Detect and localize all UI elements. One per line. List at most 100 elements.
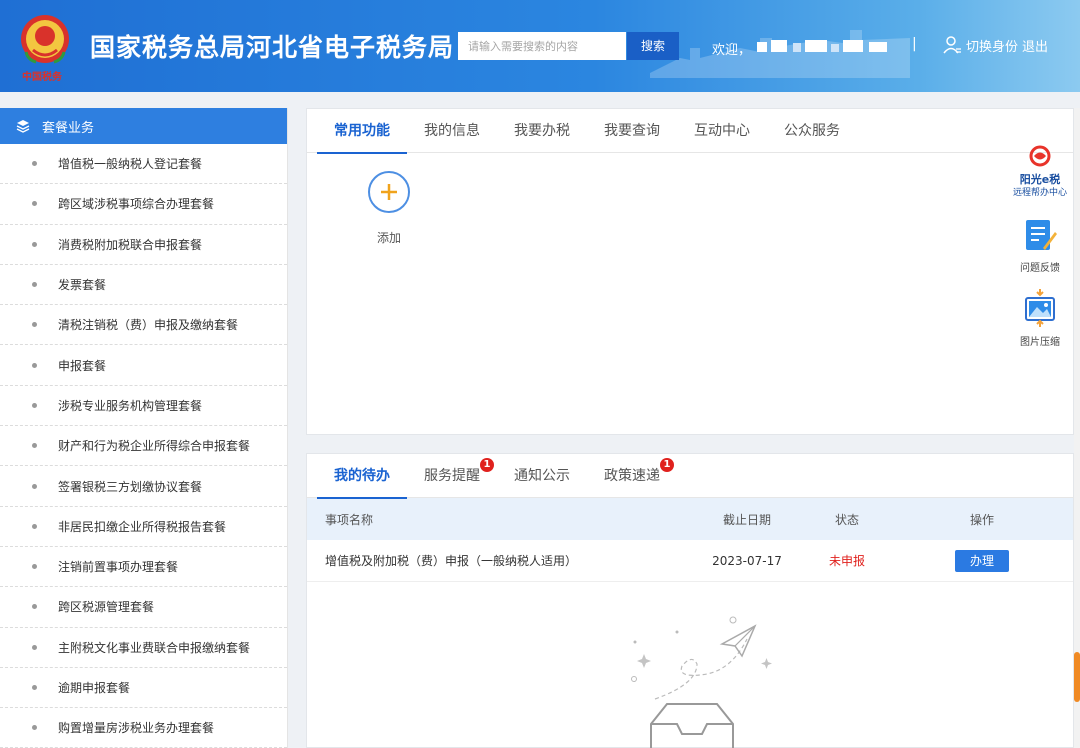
page-scrollbar-thumb[interactable] — [1074, 652, 1080, 702]
sidebar-item[interactable]: 跨区域涉税事项综合办理套餐 — [0, 184, 287, 225]
tab-common-functions[interactable]: 常用功能 — [317, 109, 407, 154]
tab-label: 政策速递 — [604, 468, 660, 484]
compress-label: 图片压缩 — [1020, 337, 1060, 348]
bullet-icon — [32, 523, 37, 529]
tab-label: 通知公示 — [514, 468, 570, 484]
row-date: 2023-07-17 — [712, 553, 782, 568]
sunshine-brand: 阳光e税 — [1019, 173, 1061, 186]
sidebar-item-label: 逾期申报套餐 — [58, 681, 131, 695]
sidebar-item-label: 跨区税源管理套餐 — [58, 600, 155, 615]
tab-label: 服务提醒 — [424, 468, 480, 484]
sidebar-header[interactable]: 套餐业务 — [0, 108, 287, 144]
sidebar-item[interactable]: 发票套餐 — [0, 265, 287, 306]
sidebar-item-label: 非居民扣缴企业所得税报告套餐 — [58, 519, 227, 534]
row-status: 未申报 — [828, 554, 865, 568]
sidebar-item[interactable]: 涉税专业服务机构管理套餐 — [0, 386, 287, 427]
bullet-icon — [32, 644, 37, 650]
sidebar-item[interactable]: 注销前置事项办理套餐 — [0, 547, 287, 588]
bullet-icon — [32, 604, 37, 610]
sidebar-item-label: 跨区域涉税事项综合办理套餐 — [58, 197, 215, 212]
switch-identity-link[interactable]: 切换身份 — [966, 36, 1018, 55]
bullet-icon — [32, 201, 37, 207]
tab-query[interactable]: 我要查询 — [587, 109, 677, 153]
sidebar-item[interactable]: 签署银税三方划缴协议套餐 — [0, 466, 287, 507]
user-icon — [943, 36, 961, 54]
bullet-icon — [32, 362, 37, 368]
sidebar-title: 套餐业务 — [42, 120, 95, 136]
header-status: 状态 — [834, 512, 859, 527]
sidebar-item-label: 发票套餐 — [58, 278, 107, 293]
tab-public-service[interactable]: 公众服务 — [767, 109, 857, 153]
notification-badge: 1 — [480, 458, 494, 472]
bullet-icon — [32, 241, 37, 247]
feedback-label: 问题反馈 — [1020, 263, 1060, 274]
bullet-icon — [32, 282, 37, 288]
tab-notices[interactable]: 通知公示 — [497, 454, 587, 498]
sidebar-item-label: 签署银税三方划缴协议套餐 — [58, 479, 203, 494]
site-title: 国家税务总局河北省电子税务局 — [90, 33, 455, 62]
row-name: 增值税及附加税（费）申报（一般纳税人适用） — [325, 554, 578, 568]
username-redacted — [757, 40, 887, 52]
bullet-icon — [32, 443, 37, 449]
floating-tools: 阳光e税 远程帮办中心 问题反馈 图片压缩 — [1010, 145, 1070, 362]
bullet-icon — [32, 725, 37, 731]
bullet-icon — [32, 402, 37, 408]
table-row: 增值税及附加税（费）申报（一般纳税人适用） 2023-07-17 未申报 办理 — [307, 540, 1073, 582]
image-compress-icon — [1025, 289, 1055, 327]
sidebar-item[interactable]: 逾期申报套餐 — [0, 668, 287, 709]
sidebar-item-label: 消费税附加税联合申报套餐 — [58, 237, 203, 252]
search-button[interactable]: 搜索 — [627, 32, 679, 60]
add-label: 添加 — [376, 231, 401, 245]
sidebar-item[interactable]: 增值税一般纳税人登记套餐 — [0, 144, 287, 185]
bullet-icon — [32, 322, 37, 328]
user-actions: 切换身份 退出 — [942, 35, 1048, 55]
tab-my-todo[interactable]: 我的待办 — [317, 454, 407, 499]
sunshine-etax-button[interactable]: 阳光e税 远程帮办中心 — [1010, 145, 1070, 198]
feedback-icon — [1026, 220, 1057, 250]
bullet-icon — [32, 564, 37, 570]
header-op: 操作 — [969, 512, 994, 527]
feedback-button[interactable]: 问题反馈 — [1010, 218, 1070, 274]
sidebar-item[interactable]: 清税注销税（费）申报及缴纳套餐 — [0, 305, 287, 346]
header-name: 事项名称 — [325, 512, 374, 527]
tab-my-info[interactable]: 我的信息 — [407, 109, 497, 153]
sidebar-item-label: 注销前置事项办理套餐 — [58, 560, 179, 575]
row-op-cell: 办理 — [902, 549, 1062, 572]
bullet-icon — [32, 483, 37, 489]
header-date: 截止日期 — [722, 512, 771, 527]
sidebar-item-label: 申报套餐 — [58, 358, 107, 373]
tab-label: 我的待办 — [334, 468, 390, 484]
tab-do-tax[interactable]: 我要办税 — [497, 109, 587, 153]
header-divider: | — [912, 36, 917, 52]
top-tabs: 常用功能 我的信息 我要办税 我要查询 互动中心 公众服务 — [307, 109, 1073, 154]
todo-panel: 我的待办 服务提醒 1 通知公示 政策速递 1 事项名称 截止日期 状态 操作 增值… — [306, 453, 1074, 748]
site-header: 中国税务 国家税务总局河北省电子税务局 搜索 欢迎， | 切换身份 退出 — [0, 0, 1080, 92]
handle-button[interactable]: 办理 — [955, 549, 1009, 572]
tab-service-reminder[interactable]: 服务提醒 1 — [407, 454, 497, 498]
sidebar-item-label: 购置增量房涉税业务办理套餐 — [58, 721, 215, 736]
tax-emblem-logo: 中国税务 — [18, 12, 72, 83]
logout-link[interactable]: 退出 — [1022, 36, 1048, 55]
sidebar-item[interactable]: 申报套餐 — [0, 345, 287, 386]
image-compress-button[interactable]: 图片压缩 — [1010, 288, 1070, 348]
layers-icon — [16, 120, 30, 133]
sidebar-item[interactable]: 非居民扣缴企业所得税报告套餐 — [0, 507, 287, 547]
sidebar-item[interactable]: 跨区税源管理套餐 — [0, 587, 287, 628]
empty-inbox-illustration-icon — [631, 616, 772, 748]
sidebar-item-label: 财产和行为税企业所得综合申报套餐 — [58, 439, 251, 454]
plus-icon — [368, 171, 410, 213]
tab-policy-express[interactable]: 政策速递 1 — [587, 454, 677, 498]
sidebar-item[interactable]: 消费税附加税联合申报套餐 — [0, 225, 287, 265]
sidebar-item[interactable]: 购置增量房涉税业务办理套餐 — [0, 708, 287, 748]
add-function-button[interactable]: 添加 — [367, 171, 411, 246]
sidebar-item[interactable]: 主附税文化事业费联合申报缴纳套餐 — [0, 628, 287, 668]
tab-interaction[interactable]: 互动中心 — [677, 109, 767, 153]
sidebar: 套餐业务 增值税一般纳税人登记套餐 跨区域涉税事项综合办理套餐 消费税附加税联合… — [0, 108, 288, 748]
sidebar-item[interactable]: 财产和行为税企业所得综合申报套餐 — [0, 426, 287, 467]
welcome-text: 欢迎， — [712, 43, 752, 58]
sidebar-item-label: 主附税文化事业费联合申报缴纳套餐 — [58, 640, 251, 655]
bullet-icon — [32, 161, 37, 167]
search-input[interactable] — [458, 32, 626, 60]
bullet-icon — [32, 685, 37, 690]
sidebar-item-label: 涉税专业服务机构管理套餐 — [58, 398, 203, 413]
